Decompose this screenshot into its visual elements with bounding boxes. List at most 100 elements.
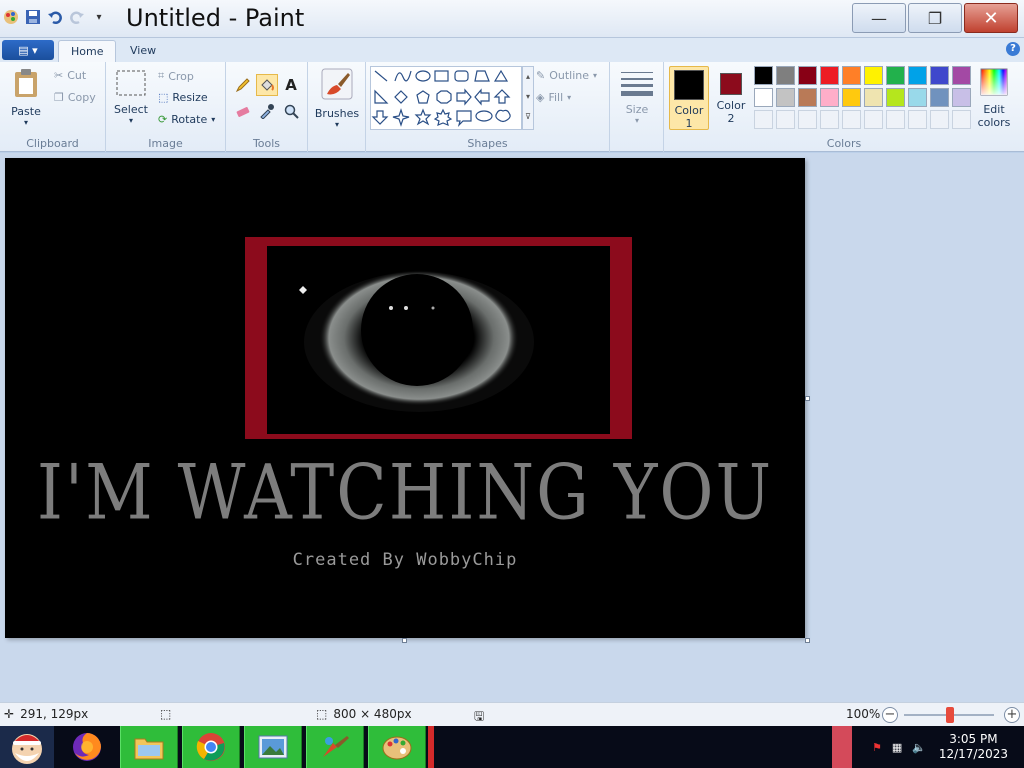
start-button[interactable]: [0, 726, 54, 768]
system-tray: ⚑ ▦ 🔈: [872, 726, 926, 768]
palette-swatch[interactable]: [776, 88, 795, 107]
color2-label-line1: Color: [716, 99, 746, 112]
taskbar-paint[interactable]: [368, 726, 426, 768]
minimize-button[interactable]: —: [852, 3, 906, 33]
taskbar-paint-tool[interactable]: [306, 726, 364, 768]
palette-swatch[interactable]: [908, 88, 927, 107]
outline-button[interactable]: ✎ Outline ▾: [536, 69, 597, 82]
firefox-icon: [73, 733, 101, 761]
action-center-flag-icon[interactable]: ⚑: [872, 741, 882, 754]
help-icon[interactable]: ?: [1006, 42, 1020, 56]
edit-colors-button[interactable]: Edit colors: [972, 68, 1016, 129]
custom-color-slot[interactable]: [798, 110, 817, 129]
palette-swatch[interactable]: [798, 88, 817, 107]
color2-button[interactable]: Color 2: [711, 66, 751, 130]
palette-swatch[interactable]: [754, 66, 773, 85]
palette-swatch[interactable]: [864, 88, 883, 107]
clock-time: 3:05 PM: [949, 732, 998, 746]
custom-color-slot[interactable]: [820, 110, 839, 129]
pencil-tool[interactable]: [232, 74, 254, 96]
text-tool[interactable]: A: [280, 74, 302, 96]
tab-view[interactable]: View: [118, 40, 168, 62]
custom-color-slot[interactable]: [754, 110, 773, 129]
size-label: Size: [625, 103, 649, 116]
palette-swatch[interactable]: [864, 66, 883, 85]
redo-icon[interactable]: [68, 8, 86, 26]
close-button[interactable]: ✕: [964, 3, 1018, 33]
customize-qat-dropdown-icon[interactable]: ▾: [90, 8, 108, 26]
zoom-in-button[interactable]: +: [1004, 707, 1020, 723]
fill-button[interactable]: ◈ Fill ▾: [536, 91, 571, 104]
color1-label-line1: Color: [674, 104, 704, 117]
color1-button[interactable]: Color 1: [669, 66, 709, 130]
volume-icon[interactable]: 🔈: [912, 741, 926, 754]
crop-button[interactable]: ⌗ Crop: [158, 69, 194, 83]
size-button[interactable]: Size ▾: [618, 70, 656, 125]
palette-swatch[interactable]: [952, 66, 971, 85]
palette-swatch[interactable]: [776, 66, 795, 85]
show-hidden-icons[interactable]: [832, 726, 852, 768]
brushes-button[interactable]: Brushes ▾: [314, 68, 360, 129]
taskbar-file-explorer[interactable]: [120, 726, 178, 768]
color2-label-line2: 2: [727, 112, 735, 125]
cursor-position-text: 291, 129px: [20, 707, 89, 721]
select-button[interactable]: Select ▾: [112, 70, 150, 125]
custom-color-slot[interactable]: [776, 110, 795, 129]
resize-handle-bottom[interactable]: [402, 638, 407, 643]
maximize-button[interactable]: ❐: [908, 3, 962, 33]
brushes-group: Brushes ▾: [308, 62, 366, 152]
custom-color-slot[interactable]: [952, 110, 971, 129]
fill-tool[interactable]: [256, 74, 278, 96]
shapes-gallery-scroll[interactable]: ▴ ▾ ⊽: [522, 66, 534, 130]
resize-icon: ⬚: [158, 91, 169, 104]
taskbar-clock[interactable]: 3:05 PM 12/17/2023: [939, 732, 1008, 762]
taskbar-photo-viewer[interactable]: [244, 726, 302, 768]
network-icon[interactable]: ▦: [892, 741, 902, 754]
resize-handle-right[interactable]: [805, 396, 810, 401]
magnifier-tool[interactable]: [280, 100, 302, 122]
zoom-slider-thumb[interactable]: [946, 707, 954, 723]
color-picker-tool[interactable]: [256, 100, 278, 122]
rotate-label: Rotate: [171, 113, 208, 126]
palette-swatch[interactable]: [820, 88, 839, 107]
line-width-icon: [621, 72, 653, 96]
palette-swatch[interactable]: [886, 66, 905, 85]
palette-swatch[interactable]: [952, 88, 971, 107]
zoom-out-button[interactable]: −: [882, 707, 898, 723]
canvas-workspace[interactable]: I'M WATCHING YOU Created By WobbyChip: [0, 153, 1024, 702]
custom-color-slot[interactable]: [864, 110, 883, 129]
tools-group: A Tools: [226, 62, 308, 152]
undo-icon[interactable]: [46, 8, 64, 26]
custom-color-slot[interactable]: [842, 110, 861, 129]
save-icon[interactable]: [24, 8, 42, 26]
size-dropdown-icon: ▾: [634, 116, 639, 125]
size-group: Size ▾: [610, 62, 664, 152]
custom-color-slot[interactable]: [886, 110, 905, 129]
palette-swatch[interactable]: [886, 88, 905, 107]
palette-swatch[interactable]: [908, 66, 927, 85]
custom-color-slot[interactable]: [930, 110, 949, 129]
tab-home[interactable]: Home: [58, 40, 117, 62]
palette-swatch[interactable]: [842, 88, 861, 107]
palette-swatch[interactable]: [930, 66, 949, 85]
palette-swatch[interactable]: [754, 88, 773, 107]
custom-color-slot[interactable]: [908, 110, 927, 129]
palette-swatch[interactable]: [798, 66, 817, 85]
palette-swatch[interactable]: [930, 88, 949, 107]
file-menu-button[interactable]: ▤ ▾: [2, 40, 54, 60]
eraser-tool[interactable]: [232, 100, 254, 122]
resize-handle-corner[interactable]: [805, 638, 810, 643]
taskbar-chrome[interactable]: [182, 726, 240, 768]
copy-button[interactable]: ❐ Copy: [54, 91, 96, 104]
paste-button[interactable]: Paste ▾: [6, 68, 46, 127]
cut-button[interactable]: ✂ Cut: [54, 69, 86, 82]
shapes-gallery[interactable]: [370, 66, 522, 130]
rotate-button[interactable]: ⟳ Rotate ▾: [158, 113, 215, 126]
drawing-canvas[interactable]: I'M WATCHING YOU Created By WobbyChip: [5, 158, 805, 638]
paint-app-icon[interactable]: [2, 8, 20, 26]
taskbar-firefox[interactable]: [62, 726, 112, 768]
resize-button[interactable]: ⬚ Resize: [158, 91, 208, 104]
palette-swatch[interactable]: [820, 66, 839, 85]
quick-access-toolbar: ▾: [2, 8, 108, 26]
palette-swatch[interactable]: [842, 66, 861, 85]
